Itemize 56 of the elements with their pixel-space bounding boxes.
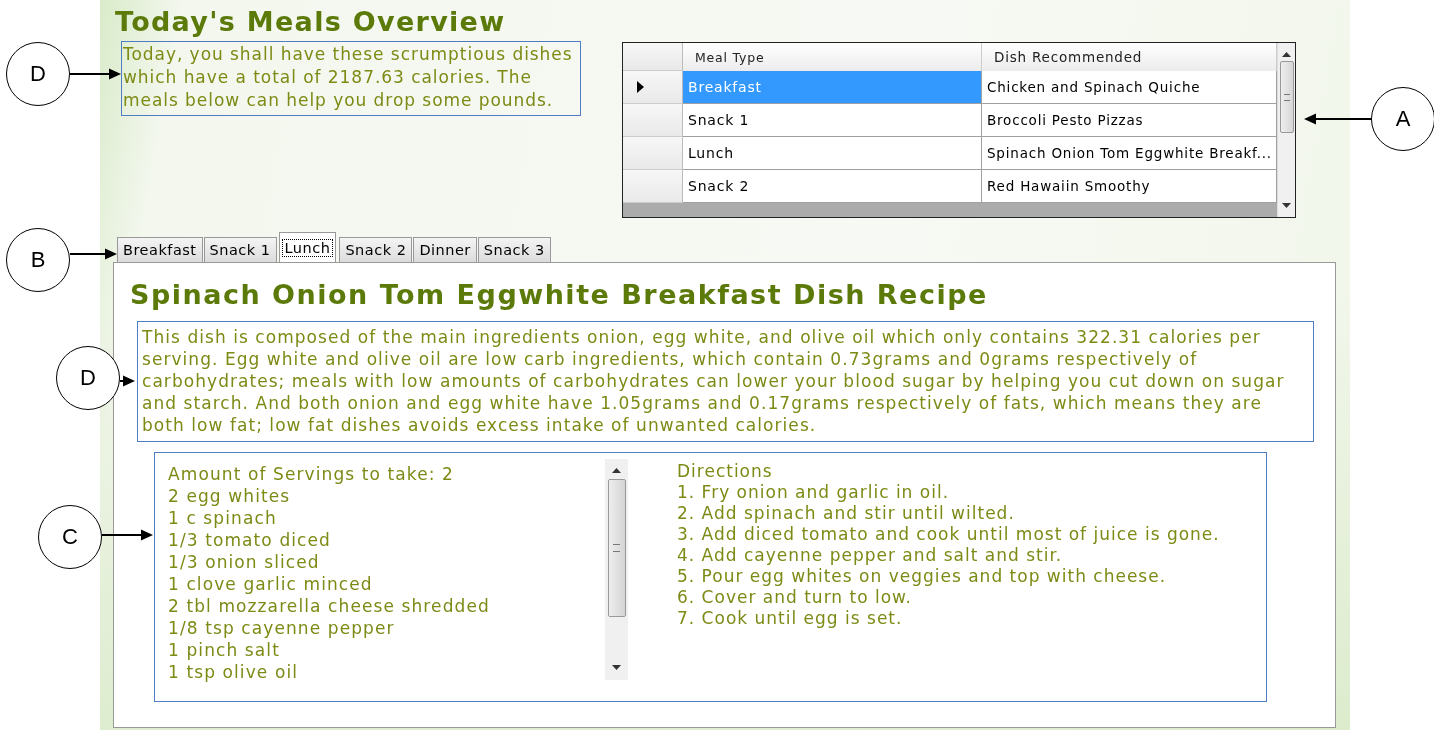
row-header[interactable] <box>623 71 683 104</box>
recipe-description: This dish is composed of the main ingredients onion, egg white, and olive oil which only contains 322.31 calories per serving. Egg white and olive oil are low carb ingredients, which contain 0.73grams and 0grams respectively of carbohydrates; meals with low amounts of carbohydrates can lower your blood sugar by helping you cut down on sugar and starch. And both onion and egg white have 1.05grams and 0.17grams respectively of fats, which means they are both low fat; low fat dishes avoids excess intake of unwanted calories. <box>142 326 1286 436</box>
direction-line: 1. Fry onion and garlic in oil. <box>677 482 951 503</box>
callout-marker: D <box>56 346 120 410</box>
tab[interactable]: Snack 2 <box>339 237 413 262</box>
direction-line: 6. Cover and turn to low. <box>677 587 913 608</box>
callout-arrow <box>102 529 153 541</box>
callout-arrow <box>120 375 135 387</box>
scroll-up-icon[interactable] <box>1282 52 1291 57</box>
scroll-thumb[interactable] <box>607 479 626 617</box>
scroll-down-icon[interactable] <box>612 665 621 670</box>
ingredient-item[interactable]: 1 pinch salt <box>168 639 605 661</box>
ingredient-item[interactable]: 2 tbl mozzarella cheese shredded <box>168 595 605 617</box>
table-cell[interactable]: Chicken and Spinach Quiche <box>982 71 1277 104</box>
callout-arrow <box>1304 113 1371 125</box>
ingredient-item[interactable]: 1/3 onion sliced <box>168 551 605 573</box>
tab[interactable]: Dinner <box>413 237 477 262</box>
intro-text: Today, you shall have these scrumptious dishes which have a total of 2187.63 calories. The meals below can help you drop some pounds. <box>121 41 581 116</box>
table-cell[interactable]: Broccoli Pesto Pizzas <box>982 104 1277 137</box>
callout-arrow <box>70 248 117 260</box>
direction-line: 2. Add spinach and stir until wilted. <box>677 503 1016 524</box>
table-cell[interactable]: Red Hawaiin Smoothy <box>982 170 1277 203</box>
ingredient-item[interactable]: 1 clove garlic minced <box>168 573 605 595</box>
callout-marker: A <box>1371 87 1434 151</box>
tab[interactable]: Snack 3 <box>477 237 551 262</box>
callout-marker: C <box>38 505 102 569</box>
ingredient-item[interactable]: 1 c spinach <box>168 507 605 529</box>
callout-marker: D <box>6 42 70 106</box>
tab[interactable]: Breakfast <box>117 237 203 262</box>
callout-arrow <box>70 68 121 80</box>
ingredient-item[interactable]: 2 egg whites <box>168 485 605 507</box>
scroll-thumb[interactable] <box>1279 61 1294 133</box>
direction-line: 3. Add diced tomato and cook until most of juice is gone. <box>677 524 1220 545</box>
direction-line: 4. Add cayenne pepper and salt and stir. <box>677 545 1064 566</box>
tab[interactable]: Snack 1 <box>203 237 277 262</box>
scrollbar[interactable] <box>1277 43 1295 217</box>
table-cell[interactable]: Snack 2 <box>683 170 982 203</box>
direction-line: Directions <box>677 461 774 482</box>
column-header[interactable]: Meal Type <box>683 43 982 71</box>
table-cell[interactable]: Lunch <box>683 137 982 170</box>
page-title: Today's Meals Overview <box>115 6 507 38</box>
column-header[interactable]: Dish Recommended <box>982 43 1277 71</box>
ingredient-item[interactable]: 1/3 tomato diced <box>168 529 605 551</box>
scrollbar[interactable] <box>605 459 628 680</box>
ingredient-item[interactable]: Amount of Servings to take: 2 <box>168 463 605 485</box>
table-cell[interactable]: Snack 1 <box>683 104 982 137</box>
ingredient-item[interactable]: 1/8 tsp cayenne pepper <box>168 617 605 639</box>
scroll-up-icon[interactable] <box>612 468 621 473</box>
scroll-down-icon[interactable] <box>1282 203 1291 208</box>
ingredient-item[interactable]: 1 tsp olive oil <box>168 661 605 683</box>
direction-line: 7. Cook until egg is set. <box>677 608 904 629</box>
recipe-title: Spinach Onion Tom Eggwhite Breakfast Dish Recipe <box>130 279 989 311</box>
direction-line: 5. Pour egg whites on veggies and top with cheese. <box>677 566 1168 587</box>
callout-marker: B <box>6 228 70 292</box>
tab[interactable]: Lunch <box>278 232 337 262</box>
table-cell[interactable]: Spinach Onion Tom Eggwhite Breakf... <box>982 137 1277 170</box>
